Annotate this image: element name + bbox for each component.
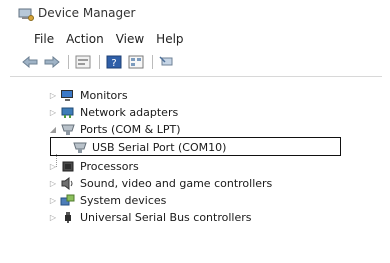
back-arrow-icon[interactable] [22, 55, 38, 69]
properties-icon[interactable] [75, 55, 91, 69]
tree-item-system-devices[interactable]: ▷ System devices [48, 192, 166, 209]
usb-icon [60, 211, 76, 224]
collapse-arrow-icon[interactable]: ◢ [48, 125, 58, 134]
tree-item-label: Sound, video and game controllers [80, 177, 273, 190]
device-tree-pane[interactable]: ▷ Monitors ▷ Network adapters ◢ Ports (C… [10, 76, 382, 261]
expand-arrow-icon[interactable]: ▷ [48, 213, 58, 222]
device-manager-window: Device Manager File Action View Help ? ▷… [0, 0, 390, 263]
tree-item-usb-controllers[interactable]: ▷ Universal Serial Bus controllers [48, 209, 252, 226]
svg-text:?: ? [111, 58, 116, 69]
tree-item-ports[interactable]: ◢ Ports (COM & LPT) [48, 121, 181, 138]
processor-icon [60, 160, 76, 173]
tree-item-network-adapters[interactable]: ▷ Network adapters [48, 104, 178, 121]
tree-item-label: Network adapters [80, 106, 179, 119]
tree-item-usb-serial-port[interactable]: USB Serial Port (COM10) [72, 139, 226, 156]
forward-arrow-icon[interactable] [44, 55, 60, 69]
expand-arrow-icon[interactable]: ▷ [48, 179, 58, 188]
network-adapter-icon [60, 106, 76, 119]
tree-item-label: Processors [80, 160, 139, 173]
tree-item-processors[interactable]: ▷ Processors [48, 158, 139, 175]
tree-item-label: Ports (COM & LPT) [80, 123, 181, 136]
help-icon[interactable]: ? [106, 55, 122, 69]
menu-action[interactable]: Action [60, 32, 110, 46]
toolbar-separator [99, 55, 100, 69]
window-title: Device Manager [38, 6, 136, 20]
tree-item-label: USB Serial Port (COM10) [92, 141, 227, 154]
toolbar-separator [152, 55, 153, 69]
view-icon[interactable] [128, 55, 144, 69]
title-bar: Device Manager [0, 0, 390, 26]
expand-arrow-icon[interactable]: ▷ [48, 108, 58, 117]
expand-arrow-icon[interactable]: ▷ [48, 91, 58, 100]
menu-bar: File Action View Help [0, 29, 390, 49]
tree-item-label: System devices [80, 194, 167, 207]
menu-file[interactable]: File [28, 32, 60, 46]
tree-item-label: Monitors [80, 89, 128, 102]
toolbar: ? [0, 51, 390, 73]
device-manager-icon [18, 6, 34, 21]
expand-arrow-icon[interactable]: ▷ [48, 196, 58, 205]
scan-hardware-icon[interactable] [159, 55, 175, 69]
toolbar-separator [68, 55, 69, 69]
monitor-icon [60, 89, 76, 102]
expand-arrow-icon[interactable]: ▷ [48, 162, 58, 171]
tree-item-sound-video-game[interactable]: ▷ Sound, video and game controllers [48, 175, 272, 192]
port-icon [60, 123, 76, 136]
speaker-icon [60, 177, 76, 190]
tree-item-label: Universal Serial Bus controllers [80, 211, 252, 224]
system-devices-icon [60, 194, 76, 207]
port-icon [72, 141, 88, 154]
menu-help[interactable]: Help [150, 32, 189, 46]
tree-item-monitors[interactable]: ▷ Monitors [48, 87, 128, 104]
menu-view[interactable]: View [110, 32, 150, 46]
